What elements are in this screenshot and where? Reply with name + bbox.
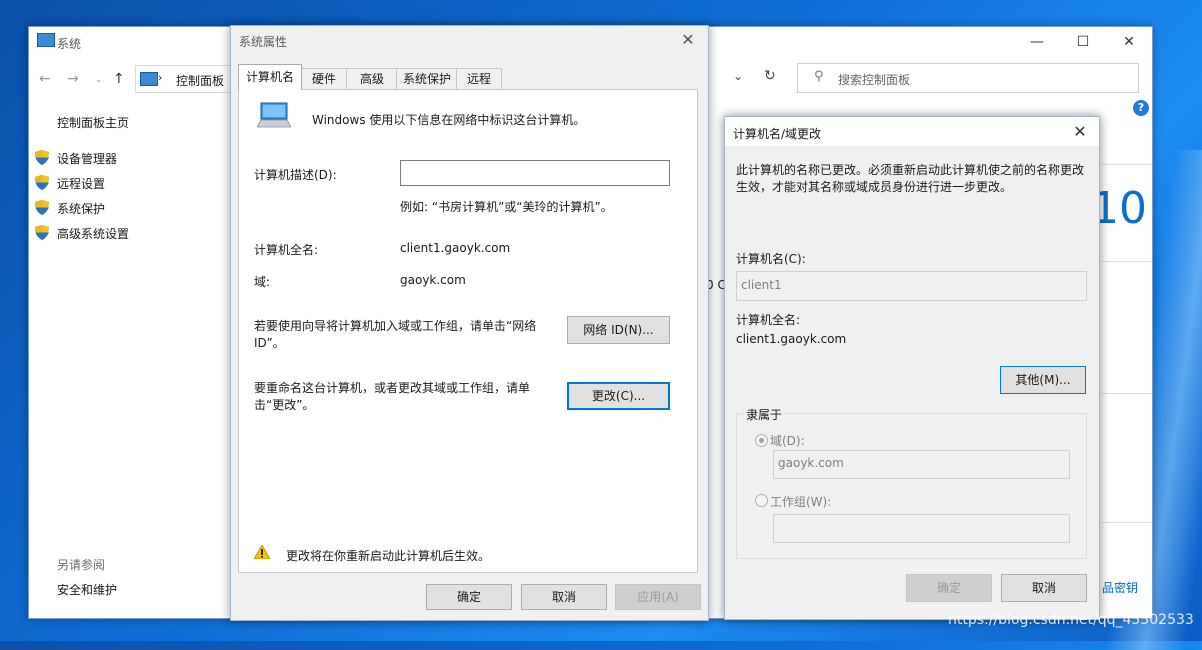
full-name-value: client1.gaoyk.com xyxy=(736,332,847,346)
address-bar[interactable]: › 控制面板 xyxy=(135,65,231,93)
cancel-button[interactable]: 取消 xyxy=(521,584,607,610)
sidebar-item-advanced-settings[interactable]: 高级系统设置 xyxy=(57,225,129,242)
full-name-label: 计算机全名: xyxy=(736,313,801,327)
breadcrumb-chevron-icon: › xyxy=(158,71,163,84)
shield-icon xyxy=(35,200,49,215)
workgroup-radio[interactable] xyxy=(755,494,768,507)
domain-label: 域: xyxy=(254,275,271,289)
breadcrumb[interactable]: 控制面板 xyxy=(176,72,224,89)
tab-hardware[interactable]: 硬件 xyxy=(300,68,348,89)
domain-radio-label: 域(D): xyxy=(770,434,805,448)
sidebar-item-remote-settings[interactable]: 远程设置 xyxy=(57,175,105,192)
minimize-icon[interactable]: — xyxy=(1014,27,1060,57)
full-name-value: client1.gaoyk.com xyxy=(400,241,511,255)
apply-button[interactable]: 应用(A) xyxy=(615,584,701,610)
member-of-label: 隶属于 xyxy=(744,406,785,423)
dialog-title: 系统属性 xyxy=(239,35,288,49)
dialog-title: 计算机名/域更改 xyxy=(733,127,822,141)
sidebar-item-system-protection[interactable]: 系统保护 xyxy=(57,200,105,217)
computer-icon xyxy=(257,102,291,128)
help-icon[interactable]: ? xyxy=(1133,100,1149,116)
domain-value: gaoyk.com xyxy=(400,273,466,287)
shield-icon xyxy=(35,225,49,240)
ok-button[interactable]: 确定 xyxy=(906,574,992,602)
search-icon: ⚲ xyxy=(814,69,824,84)
computer-name-label: 计算机名(C): xyxy=(736,252,806,266)
domain-radio[interactable] xyxy=(755,434,768,447)
tab-system-protection[interactable]: 系统保护 xyxy=(396,68,458,89)
change-button[interactable]: 更改(C)... xyxy=(567,382,670,410)
restart-notice: 此计算机的名称已更改。必须重新启动此计算机使之前的名称更改生效，才能对其名称或域… xyxy=(736,163,1085,194)
computer-name-value: client1 xyxy=(741,278,782,292)
ok-button[interactable]: 确定 xyxy=(426,584,512,610)
refresh-icon[interactable]: ↻ xyxy=(764,68,776,84)
product-key-link-partial[interactable]: 品密钥 xyxy=(1102,579,1138,596)
maximize-icon[interactable]: ☐ xyxy=(1060,27,1106,57)
intro-text: Windows 使用以下信息在网络中标识这台计算机。 xyxy=(312,113,586,127)
tab-remote[interactable]: 远程 xyxy=(456,68,502,89)
sidebar-home-link[interactable]: 控制面板主页 xyxy=(57,114,129,131)
tab-computer-name[interactable]: 计算机名 xyxy=(238,64,302,90)
tab-advanced[interactable]: 高级 xyxy=(346,68,398,89)
sidebar-item-device-manager[interactable]: 设备管理器 xyxy=(57,150,117,167)
control-panel-icon xyxy=(140,72,158,86)
computer-name-tab-panel: Windows 使用以下信息在网络中标识这台计算机。 计算机描述(D): 例如:… xyxy=(238,89,698,573)
address-dropdown-icon[interactable]: ⌄ xyxy=(733,69,743,83)
example-text: 例如: “书房计算机”或“美玲的计算机”。 xyxy=(400,200,613,214)
warning-icon xyxy=(254,545,270,559)
full-name-label: 计算机全名: xyxy=(254,243,319,257)
workgroup-input[interactable] xyxy=(773,514,1070,543)
rename-text: 要重命名这台计算机，或者更改其域或工作组，请单击“更改”。 xyxy=(254,381,531,412)
divider xyxy=(1102,261,1152,262)
domain-value: gaoyk.com xyxy=(778,456,844,470)
up-arrow-icon[interactable]: ↑ xyxy=(113,71,125,87)
see-also-security-link[interactable]: 安全和维护 xyxy=(57,581,117,598)
watermark-url: https://blog.csdn.net/qq_45502533 xyxy=(948,612,1194,628)
search-input[interactable]: 搜索控制面板 xyxy=(838,71,910,88)
divider xyxy=(1102,522,1152,523)
close-icon[interactable]: ✕ xyxy=(674,28,702,52)
network-id-text: 若要使用向导将计算机加入域或工作组，请单击“网络 ID”。 xyxy=(254,319,537,350)
system-window-title: 系统 xyxy=(57,37,82,51)
recent-dropdown-icon[interactable]: ⌄ xyxy=(95,75,103,85)
domain-input[interactable]: gaoyk.com xyxy=(773,450,1070,479)
shield-icon xyxy=(35,150,49,165)
system-properties-dialog: 系统属性 ✕ 计算机名 硬件 高级 系统保护 远程 Windows 使用以下信息… xyxy=(230,25,709,621)
close-icon[interactable]: ✕ xyxy=(1106,27,1152,57)
close-icon[interactable]: ✕ xyxy=(1067,120,1093,144)
shield-icon xyxy=(35,175,49,190)
computer-name-input[interactable]: client1 xyxy=(736,271,1087,301)
search-box[interactable]: ⚲ 搜索控制面板 xyxy=(797,63,1139,93)
computer-name-domain-dialog: 计算机名/域更改 ✕ 此计算机的名称已更改。必须重新启动此计算机使之前的名称更改… xyxy=(724,116,1100,620)
workgroup-radio-label: 工作组(W): xyxy=(770,495,832,509)
network-id-button[interactable]: 网络 ID(N)... xyxy=(567,316,670,344)
description-label: 计算机描述(D): xyxy=(254,168,337,182)
forward-arrow-icon[interactable]: → xyxy=(67,71,79,87)
divider xyxy=(1102,393,1152,394)
computer-description-input[interactable] xyxy=(400,160,670,186)
cancel-button[interactable]: 取消 xyxy=(1001,574,1087,602)
see-also-heading: 另请参阅 xyxy=(57,558,106,572)
more-button[interactable]: 其他(M)... xyxy=(1000,366,1086,394)
warning-text: 更改将在你重新启动此计算机后生效。 xyxy=(286,549,491,563)
back-arrow-icon[interactable]: ← xyxy=(39,71,51,87)
divider xyxy=(1102,164,1152,165)
system-icon xyxy=(37,33,55,47)
